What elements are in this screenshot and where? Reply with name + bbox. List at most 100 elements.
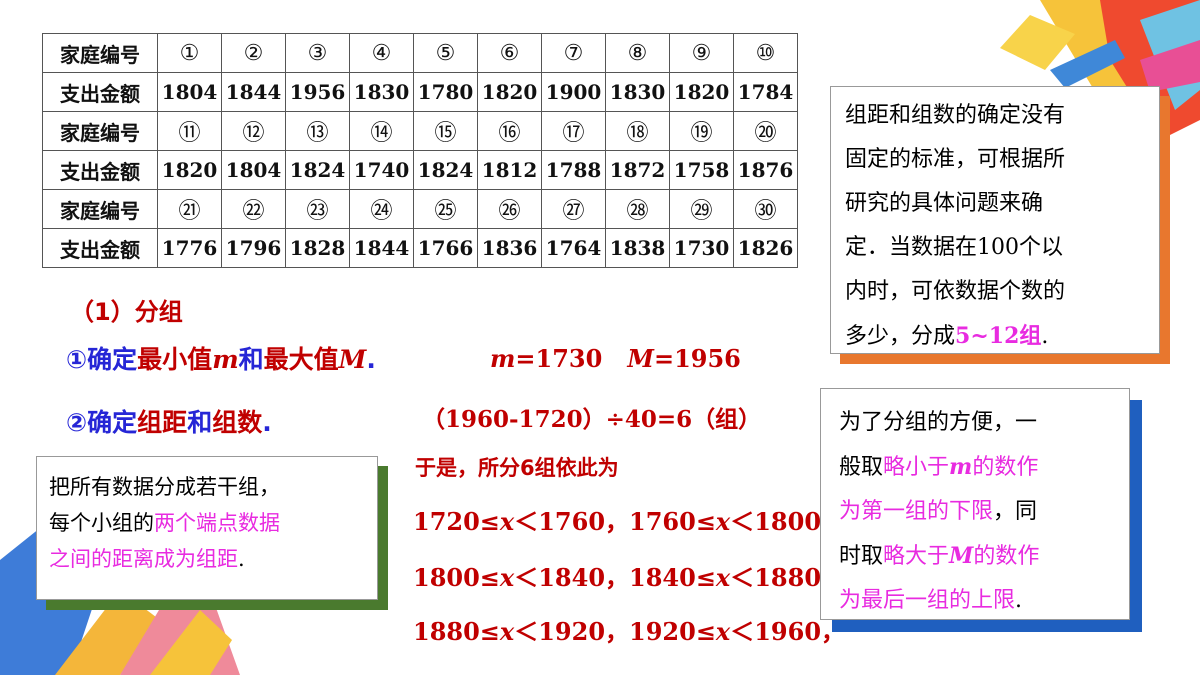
- household-id-cell: ㉗: [541, 189, 606, 229]
- household-id-cell: ⑥: [477, 33, 542, 73]
- note-top-line-5: 内时，可依数据个数的: [845, 279, 1066, 304]
- range-var: x: [499, 507, 515, 536]
- amount-cell: 1820: [157, 150, 222, 190]
- household-id-cell: ⑤: [413, 33, 478, 73]
- range-1b: ＜1760，: [514, 507, 630, 536]
- range-3a: 1800≤: [413, 563, 500, 592]
- table-row: 支出金额 1804 1844 1956 1830 1780 1820 1900 1830 1820…: [42, 72, 798, 112]
- amount-cell: 1796: [221, 228, 286, 268]
- amount-cell: 1900: [541, 72, 606, 112]
- table-row: 家庭编号㉑㉒㉓㉔㉕㉖㉗㉘㉙㉚: [42, 189, 798, 229]
- household-id-cell: ㉘: [605, 189, 670, 229]
- range-4a: 1840≤: [629, 563, 716, 592]
- range-var: x: [715, 563, 731, 592]
- step1-and: 和: [238, 345, 264, 374]
- household-id-cell: ②: [221, 33, 286, 73]
- step1-text: ①确定最小值m和最大值M.: [66, 340, 376, 376]
- amount-cell: 1826: [733, 228, 798, 268]
- amount-cell: 1804: [221, 150, 286, 190]
- range-var: x: [499, 617, 515, 646]
- row-label-household-id: 家庭编号: [42, 111, 158, 151]
- note-left-line-3b: .: [238, 547, 245, 571]
- table-row: 家庭编号 ① ② ③ ④ ⑤ ⑥ ⑦ ⑧ ⑨ ⑩: [42, 33, 798, 73]
- amount-cell: 1836: [477, 228, 542, 268]
- note-left-line-3a: 之间的距离成为组距: [49, 547, 238, 571]
- household-id-cell: ㉕: [413, 189, 478, 229]
- household-id-cell: ⑨: [669, 33, 734, 73]
- amount-cell: 1876: [733, 150, 798, 190]
- result-M: M: [627, 344, 654, 373]
- range-3b: ＜1840，: [514, 563, 630, 592]
- result-m-value: =1730: [515, 344, 603, 373]
- household-spending-table: 家庭编号 ① ② ③ ④ ⑤ ⑥ ⑦ ⑧ ⑨ ⑩ 支出金额 1804 1844 1956 1830 1780 18…: [42, 33, 798, 268]
- note-right-line-2: 般取略小于m的数作: [839, 445, 1129, 490]
- note-right-line-3b: ，同: [993, 499, 1038, 524]
- step1-prefix: ①确定: [66, 345, 138, 374]
- household-id-cell: ⑩: [733, 33, 798, 73]
- group-count-calculation: （1960-1720）÷40=6（组）: [422, 406, 762, 433]
- amount-cell: 1758: [669, 150, 734, 190]
- amount-cell: 1820: [477, 72, 542, 112]
- step2-prefix: ②确定: [66, 408, 138, 437]
- note-right-line-3: 为第一组的下限，同: [839, 490, 1129, 534]
- note-group-count-guideline: 组距和组数的确定没有 固定的标准，可根据所 研究的具体问题来确 定．当数据在10…: [830, 86, 1160, 354]
- amount-cell: 1844: [221, 72, 286, 112]
- household-id-cell: ㉙: [669, 189, 734, 229]
- result-M-value: =1956: [653, 344, 741, 373]
- range-5a: 1880≤: [413, 617, 500, 646]
- amount-cell: 1824: [285, 150, 350, 190]
- household-id-cell: ③: [285, 33, 350, 73]
- amount-cell: 1956: [285, 72, 350, 112]
- household-id-cell: ⑱: [605, 111, 670, 151]
- amount-cell: 1828: [285, 228, 350, 268]
- step1-M: M: [338, 345, 367, 374]
- note-left-line-3: 之间的距离成为组距.: [49, 541, 377, 577]
- note-top-line-4: 定．当数据在100个以: [845, 235, 1063, 260]
- amount-cell: 1838: [605, 228, 670, 268]
- note-right-line-4: 时取略大于M的数作: [839, 534, 1129, 579]
- step1-dot: .: [366, 345, 376, 374]
- table-row: 支出金额 1776 1796 1828 1844 1766 1836 1764 1838 1730…: [42, 228, 798, 268]
- household-id-cell: ⑲: [669, 111, 734, 151]
- note-left-line-2: 每个小组的两个端点数据: [49, 505, 377, 541]
- step2-interval-label: 组距: [137, 408, 188, 437]
- household-id-cell: ①: [157, 33, 222, 73]
- household-id-cell: ⑮: [413, 111, 478, 151]
- step1-max-label: 最大值: [263, 345, 339, 374]
- household-id-cell: ㉔: [349, 189, 414, 229]
- note-right-line-4a: 时取: [839, 544, 884, 569]
- note-left-line-2b: 两个端点数据: [154, 511, 280, 535]
- section-title: （1）分组: [70, 298, 183, 326]
- table-row: 家庭编号 ⑪ ⑫ ⑬ ⑭ ⑮ ⑯ ⑰ ⑱ ⑲ ⑳: [42, 111, 798, 151]
- household-id-cell: ⑪: [157, 111, 222, 151]
- amount-cell: 1780: [413, 72, 478, 112]
- amount-cell: 1872: [605, 150, 670, 190]
- note-top-line-2: 固定的标准，可根据所: [845, 147, 1066, 172]
- range-1a: 1720≤: [413, 507, 500, 536]
- household-id-cell: ⑫: [221, 111, 286, 151]
- amount-cell: 1784: [733, 72, 798, 112]
- result-m: m: [490, 344, 516, 373]
- note-right-line-5b: .: [1015, 588, 1023, 613]
- note-top-line-6: 多少，分成5~12组.: [845, 314, 1159, 359]
- amount-cell: 1812: [477, 150, 542, 190]
- household-id-cell: ⑧: [605, 33, 670, 73]
- step2-and: 和: [187, 408, 213, 437]
- note-group-interval-definition: 把所有数据分成若干组， 每个小组的两个端点数据 之间的距离成为组距.: [36, 456, 378, 600]
- step2-text: ②确定组距和组数.: [66, 403, 272, 439]
- amount-cell: 1740: [349, 150, 414, 190]
- amount-cell: 1844: [349, 228, 414, 268]
- range-5b: ＜1920，: [514, 617, 630, 646]
- household-id-cell: ⑭: [349, 111, 414, 151]
- range-line-3: 1880≤x＜1920，1920≤x＜1960，: [413, 612, 845, 647]
- amount-cell: 1788: [541, 150, 606, 190]
- note-grouping-bounds: 为了分组的方便，一 般取略小于m的数作 为第一组的下限，同 时取略大于M的数作 …: [820, 388, 1130, 620]
- household-id-cell: ⑳: [733, 111, 798, 151]
- note-right-line-3a: 为第一组的下限: [839, 499, 994, 524]
- household-id-cell: ⑦: [541, 33, 606, 73]
- note-right-line-2a: 般取: [839, 455, 884, 480]
- amount-cell: 1824: [413, 150, 478, 190]
- step2-count-label: 组数: [212, 408, 263, 437]
- range-var: x: [715, 507, 731, 536]
- range-2a: 1760≤: [629, 507, 716, 536]
